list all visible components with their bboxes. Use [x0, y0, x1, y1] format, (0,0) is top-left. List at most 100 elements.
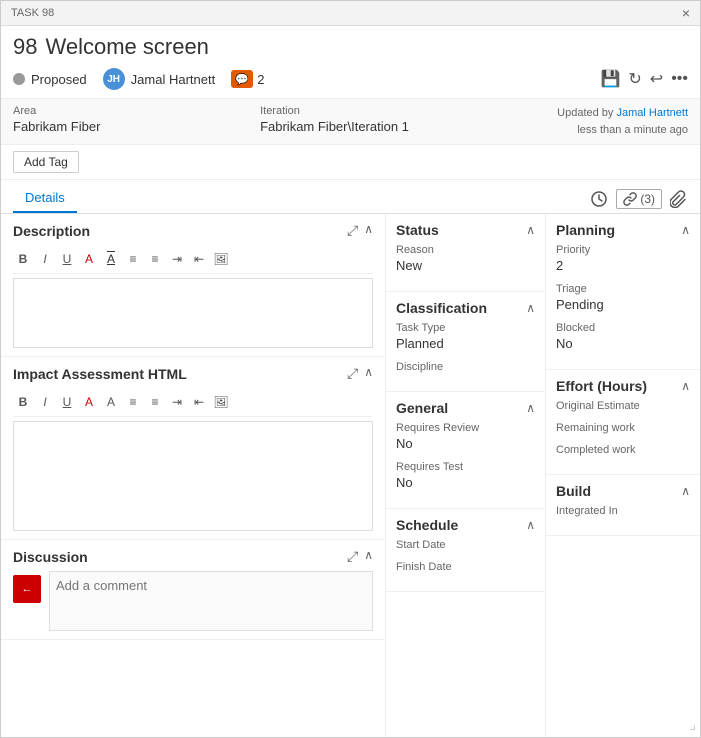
bg-color-btn[interactable]: A [101, 249, 121, 269]
discussion-icons: ⤢ ∧ [347, 548, 373, 565]
impact-bullet-btn[interactable]: ≡ [123, 392, 143, 412]
main-window: TASK 98 × 98 Welcome screen Proposed JH … [0, 0, 701, 738]
underline-btn[interactable]: U [57, 249, 77, 269]
links-badge[interactable]: (3) [616, 189, 662, 209]
add-tag-button[interactable]: Add Tag [13, 151, 79, 173]
schedule-section: Schedule ∧ Start Date Finish Date [386, 509, 545, 592]
image-btn[interactable]: 🖼 [211, 249, 231, 269]
impact-collapse-icon[interactable]: ∧ [364, 365, 373, 382]
priority-value[interactable]: 2 [556, 258, 690, 273]
discussion-avatar-initials: ← [22, 583, 33, 595]
impact-bold-btn[interactable]: B [13, 392, 33, 412]
save-icon[interactable]: 💾 [600, 69, 620, 89]
general-chevron[interactable]: ∧ [526, 401, 535, 415]
refresh-icon[interactable]: ↻ [628, 69, 641, 89]
discipline-label: Discipline [396, 361, 535, 373]
discussion-title: Discussion [13, 549, 88, 565]
blocked-value[interactable]: No [556, 336, 690, 351]
impact-editor[interactable] [13, 421, 373, 531]
effort-chevron[interactable]: ∧ [681, 379, 690, 393]
schedule-title: Schedule [396, 517, 458, 533]
assignee-field[interactable]: JH Jamal Hartnett [103, 68, 216, 90]
impact-expand-icon[interactable]: ⤢ [347, 365, 358, 382]
impact-image-btn[interactable]: 🖼 [211, 392, 231, 412]
history-tab-icon[interactable] [590, 190, 608, 208]
discussion-expand-icon[interactable]: ⤢ [347, 548, 358, 565]
impact-italic-btn[interactable]: I [35, 392, 55, 412]
build-section: Build ∧ Integrated In [546, 475, 700, 536]
requires-review-value[interactable]: No [396, 436, 535, 451]
description-editor[interactable] [13, 278, 373, 348]
general-title: General [396, 400, 448, 416]
number-list-btn[interactable]: ≡ [145, 249, 165, 269]
bullet-list-btn[interactable]: ≡ [123, 249, 143, 269]
impact-icons: ⤢ ∧ [347, 365, 373, 382]
description-icons: ⤢ ∧ [347, 222, 373, 239]
comment-icon: 💬 [231, 70, 253, 88]
comment-input[interactable] [49, 571, 373, 631]
discussion-collapse-icon[interactable]: ∧ [364, 548, 373, 565]
impact-outdent-btn[interactable]: ⇤ [189, 392, 209, 412]
planning-chevron[interactable]: ∧ [681, 223, 690, 237]
task-type-value[interactable]: Planned [396, 336, 535, 351]
remaining-work-field: Remaining work [556, 422, 690, 434]
font-color-btn[interactable]: A [79, 249, 99, 269]
task-number: 98 [13, 34, 37, 60]
reason-label: Reason [396, 244, 535, 256]
reason-value[interactable]: New [396, 258, 535, 273]
reason-field: Reason New [396, 244, 535, 273]
status-chevron[interactable]: ∧ [526, 223, 535, 237]
requires-test-value[interactable]: No [396, 475, 535, 490]
impact-font-color-btn[interactable]: A [79, 392, 99, 412]
iteration-value[interactable]: Fabrikam Fiber\Iteration 1 [260, 119, 495, 134]
status-header: Status ∧ [396, 222, 535, 238]
triage-value[interactable]: Pending [556, 297, 690, 312]
main-content: Description ⤢ ∧ B I U A A ≡ ≡ [1, 214, 700, 737]
completed-work-label: Completed work [556, 444, 690, 456]
expand-icon[interactable]: ⤢ [347, 222, 358, 239]
title-bar: TASK 98 × [1, 1, 700, 26]
avatar: JH [103, 68, 125, 90]
task-type-label: Task Type [396, 322, 535, 334]
impact-indent-btn[interactable]: ⇥ [167, 392, 187, 412]
general-section: General ∧ Requires Review No Requires Te… [386, 392, 545, 509]
close-button[interactable]: × [682, 5, 690, 21]
task-title-row: 98 Welcome screen [13, 34, 688, 60]
links-count: (3) [640, 192, 655, 206]
schedule-chevron[interactable]: ∧ [526, 518, 535, 532]
impact-bg-color-btn[interactable]: A [101, 392, 121, 412]
updated-by-link[interactable]: Jamal Hartnett [616, 107, 688, 119]
undo-icon[interactable]: ↩ [650, 69, 663, 89]
impact-number-btn[interactable]: ≡ [145, 392, 165, 412]
more-icon[interactable]: ••• [671, 70, 688, 88]
area-field: Area Fabrikam Fiber [13, 105, 260, 134]
indent-btn[interactable]: ⇥ [167, 249, 187, 269]
discussion-section: Discussion ⤢ ∧ ← [1, 540, 385, 640]
start-date-label: Start Date [396, 539, 535, 551]
tab-details[interactable]: Details [13, 184, 77, 213]
planning-header: Planning ∧ [556, 222, 690, 238]
updated-time: less than a minute ago [577, 124, 688, 136]
bold-btn[interactable]: B [13, 249, 33, 269]
integrated-in-label: Integrated In [556, 505, 690, 517]
outdent-btn[interactable]: ⇤ [189, 249, 209, 269]
status-dot [13, 73, 25, 85]
build-chevron[interactable]: ∧ [681, 484, 690, 498]
finish-date-field: Finish Date [396, 561, 535, 573]
status-section: Status ∧ Reason New [386, 214, 545, 292]
schedule-header: Schedule ∧ [396, 517, 535, 533]
blocked-field: Blocked No [556, 322, 690, 351]
blocked-label: Blocked [556, 322, 690, 334]
build-title: Build [556, 483, 591, 499]
classification-chevron[interactable]: ∧ [526, 301, 535, 315]
area-value[interactable]: Fabrikam Fiber [13, 119, 248, 134]
status-proposed[interactable]: Proposed [13, 72, 87, 87]
discussion-avatar: ← [13, 575, 41, 603]
impact-underline-btn[interactable]: U [57, 392, 77, 412]
italic-btn[interactable]: I [35, 249, 55, 269]
attach-tab-icon[interactable] [670, 190, 688, 208]
comment-badge[interactable]: 💬 2 [231, 70, 264, 88]
collapse-icon[interactable]: ∧ [364, 222, 373, 239]
classification-section: Classification ∧ Task Type Planned Disci… [386, 292, 545, 392]
task-title[interactable]: Welcome screen [45, 34, 208, 60]
